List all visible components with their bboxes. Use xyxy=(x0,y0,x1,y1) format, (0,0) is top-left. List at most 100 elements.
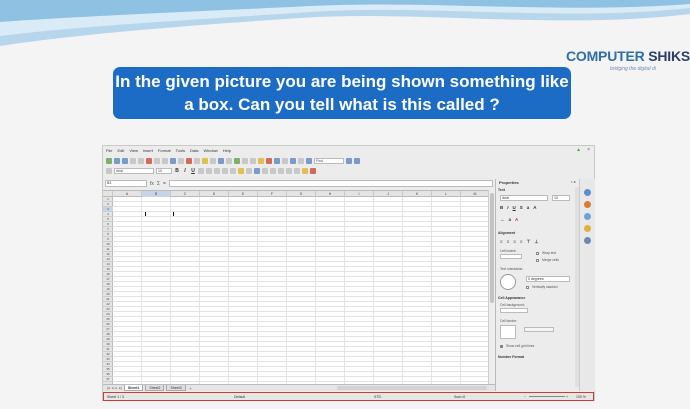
navigator-icon[interactable] xyxy=(298,157,304,164)
open-icon[interactable] xyxy=(114,157,120,164)
name-box[interactable]: B3 xyxy=(105,180,147,187)
zoom-out-icon[interactable]: − xyxy=(524,394,526,400)
sidebar-font-select[interactable]: Arial xyxy=(500,195,548,201)
font-color-icon[interactable] xyxy=(310,167,316,174)
section-cell-appearance[interactable]: Cell Appearance xyxy=(498,296,525,300)
column-header[interactable]: K xyxy=(403,191,432,197)
find-next-icon[interactable] xyxy=(354,157,360,164)
sum-icon[interactable]: Σ xyxy=(157,181,160,187)
autofilter-icon[interactable] xyxy=(258,157,264,164)
menu-view[interactable]: View xyxy=(129,148,138,153)
sidebar-align-left-icon[interactable]: ≡ xyxy=(500,239,503,245)
sort-desc-icon[interactable] xyxy=(250,157,256,164)
edit-icon[interactable] xyxy=(138,157,144,164)
section-text[interactable]: Text xyxy=(498,188,505,192)
menu-edit[interactable]: Edit xyxy=(117,148,124,153)
special-char-icon[interactable] xyxy=(290,157,296,164)
show-grid-checkbox[interactable] xyxy=(500,345,503,348)
navigator-deck-icon[interactable] xyxy=(584,225,591,232)
vertical-scrollbar[interactable] xyxy=(488,190,495,384)
find-input[interactable]: Find xyxy=(314,157,344,164)
valign-bottom-icon[interactable]: ⊥ xyxy=(534,239,538,245)
cut-icon[interactable] xyxy=(186,157,192,164)
print-icon[interactable] xyxy=(154,157,160,164)
first-sheet-icon[interactable]: |◂ xyxy=(107,386,110,390)
sheet-tab-1[interactable]: Sheet1 xyxy=(123,385,144,391)
spellcheck-icon[interactable] xyxy=(170,157,176,164)
preview-icon[interactable] xyxy=(162,157,168,164)
pivot-icon[interactable] xyxy=(282,157,288,164)
sidebar-font-color-icon[interactable]: A xyxy=(515,217,518,222)
orientation-dial[interactable] xyxy=(500,274,516,290)
sidebar-bold-icon[interactable]: B xyxy=(500,205,503,210)
close-icon[interactable]: × xyxy=(587,147,590,153)
menu-tools[interactable]: Tools xyxy=(176,148,185,153)
sidebar-justify-icon[interactable]: ≡ xyxy=(520,239,523,245)
gallery-deck-icon[interactable] xyxy=(584,213,591,220)
underline-icon[interactable]: U xyxy=(190,168,196,174)
properties-deck-icon[interactable] xyxy=(584,189,591,196)
font-name-select[interactable]: Arial xyxy=(114,167,154,174)
sidebar-align-center-icon[interactable]: ≡ xyxy=(507,239,510,245)
align-right-icon[interactable] xyxy=(214,167,220,174)
bold-icon[interactable]: B xyxy=(174,168,180,174)
menu-insert[interactable]: Insert xyxy=(143,148,153,153)
cell-background-select[interactable] xyxy=(500,308,528,313)
image-icon[interactable] xyxy=(266,157,272,164)
outdent-icon[interactable] xyxy=(286,167,292,174)
sidebar-grow-icon[interactable]: A xyxy=(533,205,536,210)
add-decimal-icon[interactable] xyxy=(262,167,268,174)
add-sheet-button[interactable]: + xyxy=(190,386,192,391)
align-center-icon[interactable] xyxy=(206,167,212,174)
functions-deck-icon[interactable] xyxy=(584,237,591,244)
sidebar-align-right-icon[interactable]: ≡ xyxy=(513,239,516,245)
styles-deck-icon[interactable] xyxy=(584,201,591,208)
spacing-icon[interactable]: ↔ xyxy=(500,217,505,222)
column-header[interactable]: E xyxy=(229,191,258,197)
sidebar-italic-icon[interactable]: I xyxy=(507,205,508,210)
sidebar-strike-icon[interactable]: S xyxy=(520,205,523,210)
font-size-select[interactable]: 10 xyxy=(156,167,172,174)
indent-icon[interactable] xyxy=(278,167,284,174)
autospell-icon[interactable] xyxy=(178,157,184,164)
section-alignment[interactable]: Alignment xyxy=(498,231,515,235)
menu-format[interactable]: Format xyxy=(158,148,171,153)
new-icon[interactable] xyxy=(106,157,112,164)
sidebar-shadow-icon[interactable]: a xyxy=(527,205,530,210)
line-style-select[interactable] xyxy=(524,327,554,332)
email-icon[interactable] xyxy=(130,157,136,164)
left-indent-input[interactable] xyxy=(500,254,522,259)
pdf-icon[interactable] xyxy=(146,157,152,164)
percent-icon[interactable] xyxy=(246,167,252,174)
sidebar-size-select[interactable]: 10 xyxy=(552,195,570,201)
column-header[interactable]: J xyxy=(374,191,403,197)
currency-icon[interactable] xyxy=(238,167,244,174)
italic-icon[interactable]: I xyxy=(182,168,188,174)
row-header[interactable]: 37 xyxy=(103,377,113,382)
sort-asc-icon[interactable] xyxy=(242,157,248,164)
cell-grid[interactable]: ABCDEFGHIJKLM 1 2 3 4 5 6 7 8 9 10 11 12 13 14 15 16 17 1… xyxy=(103,190,495,384)
save-icon[interactable] xyxy=(122,157,128,164)
section-number-format[interactable]: Number Format xyxy=(498,355,524,359)
align-left-icon[interactable] xyxy=(198,167,204,174)
menu-file[interactable]: File xyxy=(106,148,112,153)
cell-border-picker[interactable] xyxy=(500,325,516,339)
column-header[interactable]: G xyxy=(287,191,316,197)
merge-cells-checkbox[interactable] xyxy=(536,259,539,262)
prev-sheet-icon[interactable]: ◂ xyxy=(112,386,114,390)
next-sheet-icon[interactable]: ▸ xyxy=(115,386,117,390)
borders-icon[interactable] xyxy=(294,167,300,174)
chart-icon[interactable] xyxy=(274,157,280,164)
sidebar-close-icon[interactable]: × ▸ xyxy=(571,179,576,184)
column-header[interactable]: D xyxy=(200,191,229,197)
hyperlink-icon[interactable] xyxy=(234,157,240,164)
number-format-icon[interactable] xyxy=(254,167,260,174)
sheet-tab-3[interactable]: Sheet3 xyxy=(166,385,186,391)
copy-icon[interactable] xyxy=(194,157,200,164)
delete-decimal-icon[interactable] xyxy=(270,167,276,174)
valign-top-icon[interactable]: ⊤ xyxy=(527,239,531,245)
vertically-stacked-checkbox[interactable] xyxy=(526,286,529,289)
background-color-icon[interactable] xyxy=(302,167,308,174)
column-header[interactable]: H xyxy=(316,191,345,197)
menu-help[interactable]: Help xyxy=(223,148,231,153)
